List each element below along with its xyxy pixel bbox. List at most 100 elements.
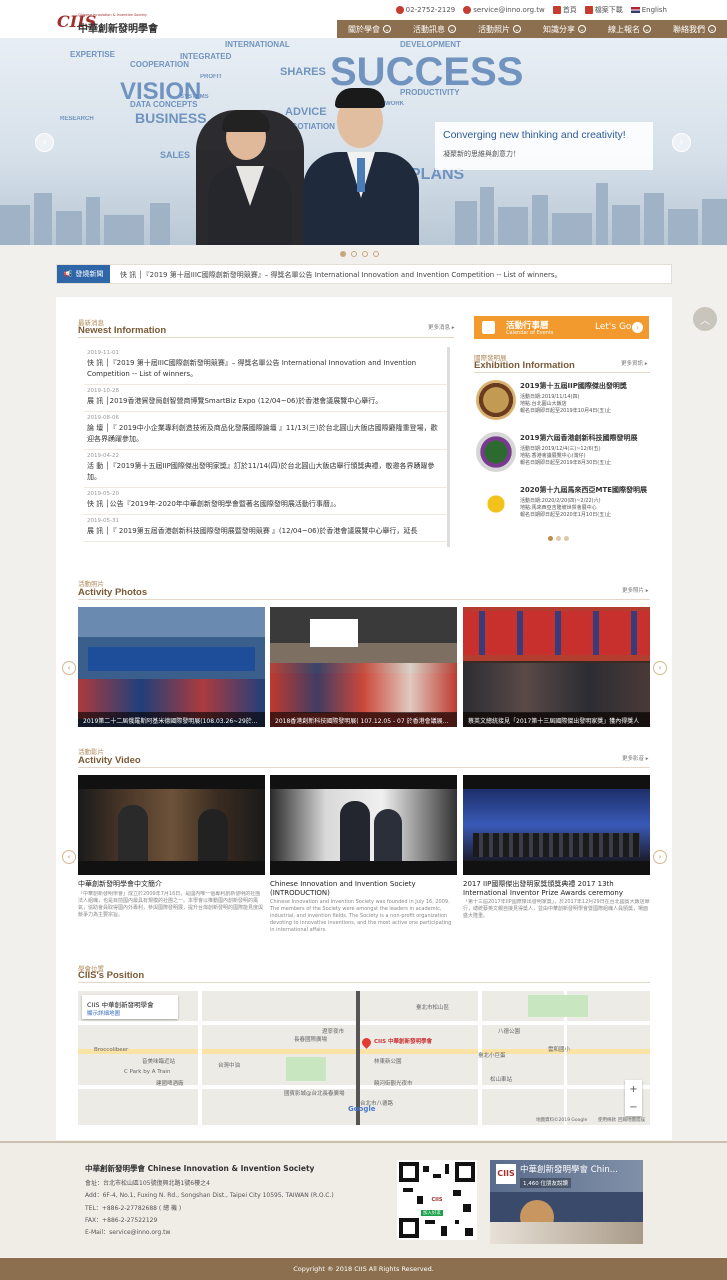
exhibition-more-link[interactable]: 更多資訊 ▸ bbox=[621, 359, 648, 367]
arrow-right-icon: › bbox=[632, 322, 643, 333]
footer-email[interactable]: E-Mail：service@inno.org.tw bbox=[85, 1227, 170, 1236]
download-link[interactable]: 檔案下載 bbox=[584, 5, 623, 15]
divider bbox=[78, 599, 650, 600]
page-dot[interactable] bbox=[556, 536, 561, 541]
news-list: 2019-11-01 快 訊 │『2019 第十屆IIIC國際創新發明競賽』– 得… bbox=[84, 347, 450, 547]
hero-dot[interactable] bbox=[373, 251, 379, 257]
divider bbox=[78, 337, 454, 338]
google-map[interactable]: 臺北市松山區 遼寧夜市 八德公園 松山車站 臺北小巨蛋 Broccolibeer… bbox=[78, 991, 650, 1125]
nav-events[interactable]: 活動訊息 ⌄ bbox=[402, 20, 467, 38]
page-dot[interactable] bbox=[564, 536, 569, 541]
banner-word: SHARES bbox=[280, 66, 326, 78]
exhibition-date: 活動日期:2019/12/4(三)~12/6(五) bbox=[520, 446, 601, 452]
videos-prev-button[interactable]: ‹ bbox=[62, 850, 76, 864]
videos-next-button[interactable]: › bbox=[653, 850, 667, 864]
news-text: 快 訊 │『2019 第十屆IIIC國際創新發明競賽』– 得獎名單公告 Inte… bbox=[87, 359, 417, 378]
news-date: 2019-10-28 bbox=[87, 388, 119, 394]
video-thumbnail[interactable] bbox=[78, 775, 265, 875]
exhibition-date: 活動日期:2020/2/20(四)~2/22(六) bbox=[520, 498, 601, 504]
banner-word: BUSINESS bbox=[135, 110, 207, 126]
calendar-button[interactable]: 活動行事曆 Calendar of Events Let's Go › bbox=[474, 316, 649, 339]
english-link[interactable]: English bbox=[630, 5, 667, 15]
video-more-link[interactable]: 更多影音 ▸ bbox=[622, 754, 649, 762]
exhibition-name: 2019第十五屆IIP國際傑出發明獎 bbox=[520, 382, 627, 390]
park-area bbox=[286, 1057, 326, 1081]
map-attribution: 地圖資料©2019 Google bbox=[536, 1118, 588, 1123]
nav-register[interactable]: 線上報名 ⌄ bbox=[597, 20, 662, 38]
news-date: 2019-08-06 bbox=[87, 415, 119, 421]
exhibition-item[interactable]: 2019第六屆香港創新科技國際發明展 活動日期:2019/12/4(三)~12/… bbox=[474, 432, 654, 482]
map-report-link[interactable]: 回報地圖錯誤 bbox=[618, 1117, 645, 1123]
activity-photo[interactable]: 2018香港創新科技國際發明展( 107.12.05 - 07 於香港會議展..… bbox=[270, 607, 457, 727]
banner-word: EXPERTISE bbox=[70, 50, 115, 59]
list-item[interactable]: 2019-05-20 快 訊 │公告『2019年-2020年中華創新發明學會暨著名… bbox=[84, 488, 447, 515]
map-label: 長春國際廣場 bbox=[294, 1037, 328, 1043]
exhibition-name: 2020第十九屆馬來西亞MTE國際發明展 bbox=[520, 486, 648, 494]
list-item[interactable]: 2019-08-06 論 壇 │『 2019中小企業專利創造技術及商品化發展國際論… bbox=[84, 412, 447, 450]
map-title: CIIS's Position bbox=[78, 970, 145, 981]
chevron-down-icon: ⌄ bbox=[578, 25, 586, 33]
site-logo[interactable]: CIIS Chinese Innovation & Invention Soci… bbox=[57, 10, 165, 38]
video-caption-title[interactable]: 中華創新發明學會中文簡介 bbox=[78, 880, 265, 889]
video-frame-image bbox=[78, 789, 265, 861]
home-link[interactable]: 首頁 bbox=[552, 5, 577, 15]
video-caption-title[interactable]: Chinese Innovation and Invention Society… bbox=[270, 880, 457, 898]
banner-word: SALES bbox=[160, 150, 191, 160]
map-zoom-control: + − bbox=[625, 1080, 642, 1116]
email-link[interactable]: service@inno.org.tw bbox=[463, 5, 545, 15]
facebook-widget[interactable]: CIIS 中華創新發明學會 Chin... 1,460 位朋友說讚 bbox=[490, 1160, 643, 1244]
list-item[interactable]: 2019-04-22 活 動 │『2019第十五屆IIP國際傑出發明家獎』訂於11… bbox=[84, 450, 447, 488]
facebook-page-title[interactable]: 中華創新發明學會 Chin... bbox=[520, 1163, 618, 1175]
map-label: 台北市八德路 bbox=[360, 1101, 394, 1107]
zoom-out-button[interactable]: − bbox=[629, 1102, 637, 1113]
chevron-down-icon: ⌄ bbox=[708, 25, 716, 33]
news-title: Newest Information bbox=[78, 325, 167, 336]
banner-image bbox=[88, 647, 255, 671]
nav-label: 關於學會 bbox=[348, 24, 380, 34]
video-thumbnail[interactable] bbox=[463, 775, 650, 875]
video-caption-title[interactable]: 2017 IIP國際傑出發明家獎頒獎典禮 2017 13th Internati… bbox=[463, 880, 650, 898]
list-item[interactable]: 2019-10-28 展 訊 │2019香港貿發局創智營商博覽SmartBiz E… bbox=[84, 385, 447, 412]
map-pin-icon[interactable] bbox=[360, 1036, 373, 1049]
crowd-image bbox=[473, 833, 640, 857]
speaker-image bbox=[118, 805, 148, 861]
activity-photo[interactable]: 2019第二十二屆俄羅斯阿基米德國際發明展(108.03.26~29於... bbox=[78, 607, 265, 727]
news-more-link[interactable]: 更多消息 ▸ bbox=[428, 323, 455, 331]
email-text: service@inno.org.tw bbox=[473, 6, 545, 14]
zoom-in-button[interactable]: + bbox=[629, 1084, 637, 1095]
hero-dot[interactable] bbox=[351, 251, 357, 257]
list-item[interactable]: 2019-11-01 快 訊 │『2019 第十屆IIIC國際創新發明競賽』– 得… bbox=[84, 347, 447, 385]
copyright-text: Copyright ® 2018 CIIS All Rights Reserve… bbox=[293, 1265, 434, 1273]
activity-photo[interactable]: 蔡英文總統接見「2017第十三屆國際傑出發明家獎」獲內得獎人 bbox=[463, 607, 650, 727]
exhibition-date: 活動日期:2019/11/14(四) bbox=[520, 394, 580, 400]
photos-prev-button[interactable]: ‹ bbox=[62, 661, 76, 675]
hero-dot[interactable] bbox=[340, 251, 346, 257]
ticker-text[interactable]: 快 訊 │『2019 第十屆IIIC國際創新發明競賽』– 得獎名單公告 Inte… bbox=[120, 270, 562, 280]
video-thumbnail[interactable] bbox=[270, 775, 457, 875]
hero-pagination bbox=[340, 251, 379, 257]
hero-next-button[interactable]: › bbox=[672, 133, 691, 152]
page-dot[interactable] bbox=[548, 536, 553, 541]
nav-photos[interactable]: 活動照片 ⌄ bbox=[467, 20, 532, 38]
page: CIIS Chinese Innovation & Invention Soci… bbox=[0, 0, 727, 1280]
nav-knowledge[interactable]: 知識分享 ⌄ bbox=[532, 20, 597, 38]
photos-more-link[interactable]: 更多照片 ▸ bbox=[622, 586, 649, 594]
hero-dot[interactable] bbox=[362, 251, 368, 257]
ticker-label-text: 發燒新聞 bbox=[75, 270, 104, 278]
hero-prev-button[interactable]: ‹ bbox=[35, 133, 54, 152]
nav-contact[interactable]: 聯絡我們 ⌄ bbox=[662, 20, 727, 38]
news-date: 2019-05-31 bbox=[87, 518, 119, 524]
nav-about[interactable]: 關於學會 ⌄ bbox=[337, 20, 402, 38]
facebook-page-logo: CIIS bbox=[496, 1164, 516, 1184]
exhibition-item[interactable]: 2020第十九屆馬來西亞MTE國際發明展 活動日期:2020/2/20(四)~2… bbox=[474, 484, 654, 534]
exhibition-item[interactable]: 2019第十五屆IIP國際傑出發明獎 活動日期:2019/11/14(四) 地點… bbox=[474, 380, 654, 430]
banner-word: DATA CONCEPTS bbox=[130, 100, 198, 109]
phone-link[interactable]: 02-2752-2129 bbox=[395, 5, 455, 15]
list-item[interactable]: 2019-05-31 展 訊 │『 2019第五屆香港創新科技國際發明展暨發明競賽… bbox=[84, 515, 447, 542]
map-terms-link[interactable]: 使用條款 bbox=[598, 1117, 616, 1123]
map-label: 臺北小巨蛋 bbox=[478, 1053, 506, 1059]
photos-next-button[interactable]: › bbox=[653, 661, 667, 675]
chevron-down-icon: ⌄ bbox=[513, 25, 521, 33]
back-to-top-button[interactable]: ︿ bbox=[693, 307, 717, 331]
map-detail-link[interactable]: 顯示詳細地圖 bbox=[87, 1009, 120, 1017]
